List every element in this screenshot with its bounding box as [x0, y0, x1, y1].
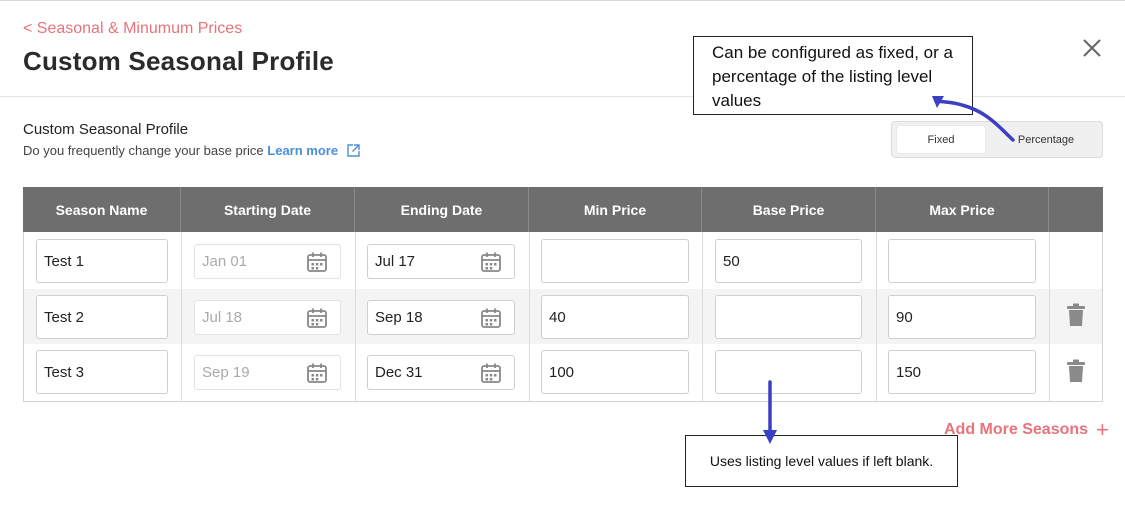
column-divider	[355, 232, 356, 402]
back-link[interactable]: < Seasonal & Minumum Prices	[23, 20, 242, 38]
calendar-icon	[307, 363, 327, 383]
calendar-icon[interactable]	[480, 362, 502, 384]
external-link-icon[interactable]	[347, 144, 360, 160]
plus-icon: +	[1096, 417, 1109, 442]
calendar-icon	[307, 252, 327, 272]
start-date-value: Sep 19	[202, 364, 250, 381]
column-divider	[529, 232, 530, 402]
page-title: Custom Seasonal Profile	[23, 46, 334, 76]
max-price-input[interactable]: 150	[888, 350, 1036, 394]
max-price-input[interactable]: 90	[888, 295, 1036, 339]
toggle-fixed[interactable]: Fixed	[897, 126, 985, 153]
col-min-price: Min Price	[529, 187, 702, 232]
toggle-annotation-note: Can be configured as fixed, or a percent…	[693, 36, 973, 115]
calendar-icon[interactable]	[480, 307, 502, 329]
section-title: Custom Seasonal Profile	[23, 121, 189, 138]
add-more-seasons-button[interactable]: Add More Seasons +	[944, 417, 1109, 442]
table-header: Season Name Starting Date Ending Date Mi…	[23, 187, 1103, 232]
base-price-input[interactable]	[715, 295, 862, 339]
start-date-value: Jul 18	[202, 309, 243, 326]
column-divider	[702, 232, 703, 402]
section-subtitle: Do you frequently change your base price…	[23, 143, 360, 160]
col-base-price: Base Price	[702, 187, 876, 232]
add-more-seasons-label: Add More Seasons	[944, 421, 1089, 438]
min-price-input[interactable]: 40	[541, 295, 689, 339]
min-price-input[interactable]: 100	[541, 350, 689, 394]
base-price-annotation-note: Uses listing level values if left blank.	[685, 435, 958, 487]
col-starting-date: Starting Date	[181, 187, 355, 232]
base-price-input[interactable]	[715, 350, 862, 394]
section-subtitle-text: Do you frequently change your base price	[23, 143, 264, 158]
start-date-input: Jul 18	[194, 300, 341, 335]
start-date-input: Sep 19	[194, 355, 341, 390]
column-divider	[181, 232, 182, 402]
season-name-input[interactable]: Test 2	[36, 295, 168, 339]
learn-more-link[interactable]: Learn more	[267, 143, 338, 158]
col-season-name: Season Name	[23, 187, 181, 232]
col-max-price: Max Price	[876, 187, 1049, 232]
end-date-input[interactable]: Dec 31	[367, 355, 515, 390]
col-actions	[1049, 187, 1103, 232]
end-date-input[interactable]: Sep 18	[367, 300, 515, 335]
end-date-input[interactable]: Jul 17	[367, 244, 515, 279]
col-ending-date: Ending Date	[355, 187, 529, 232]
min-price-input[interactable]	[541, 239, 689, 283]
start-date-value: Jan 01	[202, 253, 248, 270]
trash-icon[interactable]	[1066, 303, 1086, 327]
toggle-percentage[interactable]: Percentage	[1002, 126, 1090, 153]
end-date-value: Jul 17	[375, 253, 416, 270]
column-divider	[876, 232, 877, 402]
close-icon[interactable]	[1080, 36, 1104, 60]
max-price-input[interactable]	[888, 239, 1036, 283]
column-divider	[1049, 232, 1050, 402]
calendar-icon	[307, 308, 327, 328]
calendar-icon[interactable]	[480, 251, 502, 273]
seasons-table: Season Name Starting Date Ending Date Mi…	[23, 187, 1103, 402]
end-date-value: Sep 18	[375, 309, 423, 326]
price-mode-toggle: Fixed Percentage	[891, 121, 1103, 158]
top-border	[0, 0, 1125, 1]
start-date-input: Jan 01	[194, 244, 341, 279]
base-price-input[interactable]: 50	[715, 239, 862, 283]
end-date-value: Dec 31	[375, 364, 423, 381]
season-name-input[interactable]: Test 3	[36, 350, 168, 394]
trash-icon[interactable]	[1066, 359, 1086, 383]
season-name-input[interactable]: Test 1	[36, 239, 168, 283]
table-body: Test 1 Jan 01 Jul 17 50 Test 2 Jul 18 Se…	[23, 232, 1103, 402]
